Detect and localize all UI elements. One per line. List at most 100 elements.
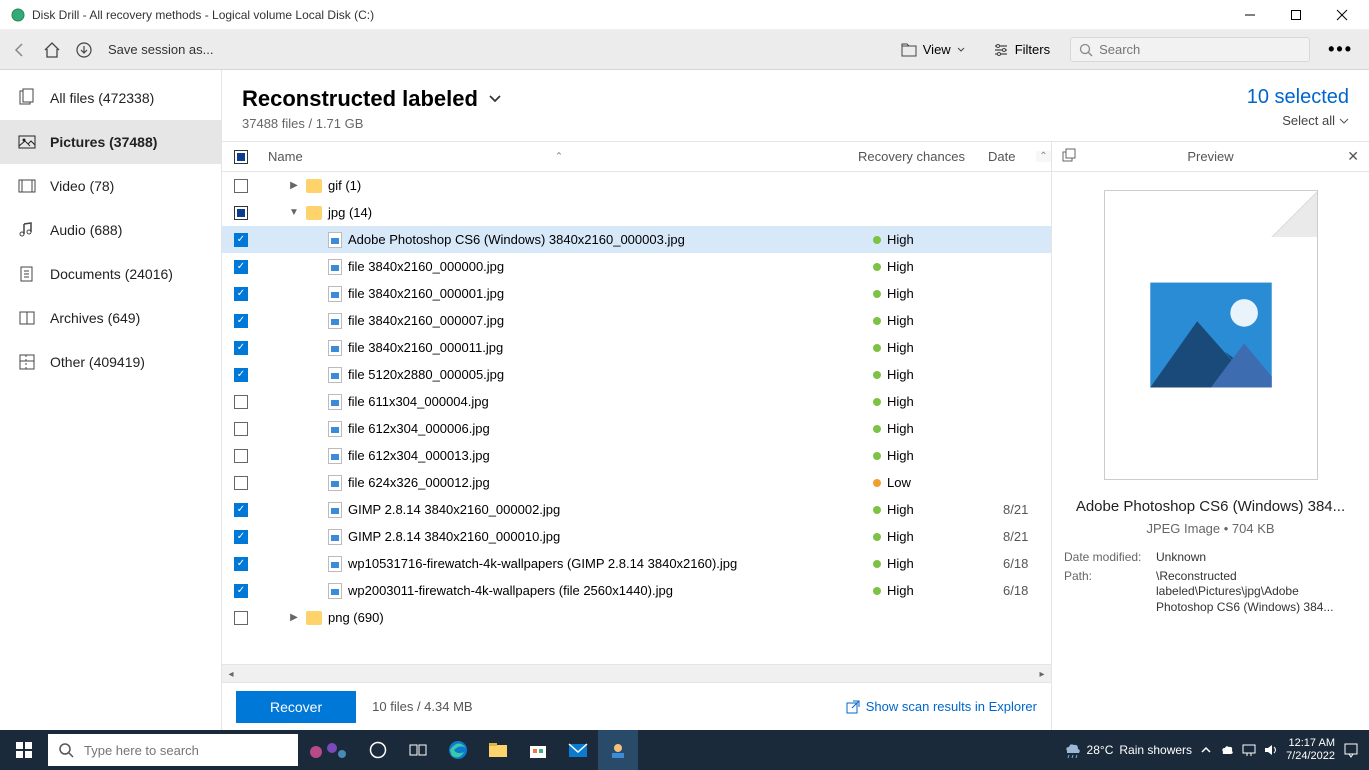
- home-button[interactable]: [42, 40, 62, 60]
- row-checkbox[interactable]: [234, 611, 248, 625]
- back-button[interactable]: [10, 40, 30, 60]
- taskbar-search-field[interactable]: [84, 743, 288, 758]
- folder-row[interactable]: ▶png (690): [222, 604, 1051, 631]
- column-name[interactable]: Name ⌃: [260, 149, 858, 164]
- expand-arrow-icon[interactable]: ▼: [288, 207, 300, 218]
- taskbar-store-icon[interactable]: [518, 730, 558, 770]
- search-input[interactable]: [1070, 37, 1310, 62]
- start-button[interactable]: [0, 730, 48, 770]
- preview-close-button[interactable]: ✕: [1347, 148, 1359, 165]
- tray-chevron-icon[interactable]: [1200, 744, 1212, 756]
- column-recovery[interactable]: Recovery chances: [858, 149, 988, 164]
- file-row[interactable]: file 612x304_000013.jpgHigh: [222, 442, 1051, 469]
- file-row[interactable]: file 611x304_000004.jpgHigh: [222, 388, 1051, 415]
- column-date[interactable]: Date: [988, 149, 1036, 164]
- file-row[interactable]: file 624x326_000012.jpgLow: [222, 469, 1051, 496]
- minimize-button[interactable]: [1227, 0, 1273, 30]
- tray-volume-icon[interactable]: [1264, 743, 1278, 757]
- row-checkbox[interactable]: [234, 557, 248, 571]
- row-checkbox[interactable]: [234, 179, 248, 193]
- sidebar-item-pictures[interactable]: Pictures (37488): [0, 120, 221, 164]
- row-checkbox[interactable]: [234, 422, 248, 436]
- file-row[interactable]: file 3840x2160_000011.jpgHigh: [222, 334, 1051, 361]
- select-all-dropdown[interactable]: Select all: [1247, 113, 1349, 128]
- horizontal-scrollbar[interactable]: ◂ ▸: [222, 664, 1051, 682]
- close-button[interactable]: [1319, 0, 1365, 30]
- file-row[interactable]: GIMP 2.8.14 3840x2160_000010.jpgHigh8/21: [222, 523, 1051, 550]
- file-row[interactable]: Adobe Photoshop CS6 (Windows) 3840x2160_…: [222, 226, 1051, 253]
- folder-icon: [306, 179, 322, 193]
- file-row[interactable]: file 3840x2160_000000.jpgHigh: [222, 253, 1051, 280]
- sidebar-item-documents[interactable]: Documents (24016): [0, 252, 221, 296]
- expand-arrow-icon[interactable]: ▶: [288, 180, 300, 191]
- sidebar-item-audio[interactable]: Audio (688): [0, 208, 221, 252]
- folder-row[interactable]: ▶gif (1): [222, 172, 1051, 199]
- file-row[interactable]: file 5120x2880_000005.jpgHigh: [222, 361, 1051, 388]
- file-row[interactable]: file 3840x2160_000007.jpgHigh: [222, 307, 1051, 334]
- row-checkbox[interactable]: [234, 341, 248, 355]
- sidebar-item-video[interactable]: Video (78): [0, 164, 221, 208]
- scroll-left-icon[interactable]: ◂: [222, 665, 240, 683]
- taskbar-weather[interactable]: 28°C Rain showers: [1063, 741, 1193, 759]
- expand-arrow-icon[interactable]: ▶: [288, 612, 300, 623]
- sidebar-item-archives[interactable]: Archives (649): [0, 296, 221, 340]
- search-field[interactable]: [1099, 42, 1301, 57]
- weather-desc: Rain showers: [1119, 743, 1192, 757]
- download-icon[interactable]: [74, 40, 94, 60]
- recovery-chance: High: [887, 502, 914, 517]
- taskbar-taskview-icon[interactable]: [398, 730, 438, 770]
- show-in-explorer-link[interactable]: Show scan results in Explorer: [846, 699, 1037, 714]
- taskbar-search[interactable]: [48, 734, 298, 766]
- taskbar-clock[interactable]: 12:17 AM 7/24/2022: [1286, 737, 1335, 763]
- folder-row[interactable]: ▼jpg (14): [222, 199, 1051, 226]
- maximize-button[interactable]: [1273, 0, 1319, 30]
- taskbar-edge-icon[interactable]: [438, 730, 478, 770]
- sidebar-item-label: Documents (24016): [50, 266, 173, 282]
- sidebar-item-allfiles[interactable]: All files (472338): [0, 76, 221, 120]
- system-tray[interactable]: [1200, 743, 1278, 757]
- more-menu-button[interactable]: •••: [1322, 39, 1359, 60]
- file-row[interactable]: file 612x304_000006.jpgHigh: [222, 415, 1051, 442]
- file-row[interactable]: file 3840x2160_000001.jpgHigh: [222, 280, 1051, 307]
- taskbar-explorer-icon[interactable]: [478, 730, 518, 770]
- save-session-button[interactable]: Save session as...: [108, 42, 214, 57]
- header-checkbox[interactable]: [234, 150, 248, 164]
- tray-onedrive-icon[interactable]: [1220, 743, 1234, 757]
- file-row[interactable]: wp2003011-firewatch-4k-wallpapers (file …: [222, 577, 1051, 604]
- external-icon: [846, 700, 860, 714]
- recover-stats: 10 files / 4.34 MB: [372, 699, 472, 714]
- tray-network-icon[interactable]: [1242, 743, 1256, 757]
- row-checkbox[interactable]: [234, 530, 248, 544]
- popout-icon[interactable]: [1062, 149, 1078, 165]
- row-checkbox[interactable]: [234, 206, 248, 220]
- row-checkbox[interactable]: [234, 260, 248, 274]
- recover-button[interactable]: Recover: [236, 691, 356, 723]
- row-checkbox[interactable]: [234, 314, 248, 328]
- preview-path-label: Path:: [1064, 569, 1148, 616]
- sidebar-item-other[interactable]: Other (409419): [0, 340, 221, 384]
- preview-thumbnail: [1104, 190, 1318, 480]
- recovery-dot-icon: [873, 317, 881, 325]
- row-checkbox[interactable]: [234, 476, 248, 490]
- row-checkbox[interactable]: [234, 233, 248, 247]
- notification-icon[interactable]: [1343, 742, 1359, 758]
- taskbar-cortana-icon[interactable]: [358, 730, 398, 770]
- file-count-label: 37488 files / 1.71 GB: [242, 116, 502, 131]
- row-checkbox[interactable]: [234, 395, 248, 409]
- breadcrumb-dropdown[interactable]: Reconstructed labeled: [242, 86, 502, 112]
- taskbar-mail-icon[interactable]: [558, 730, 598, 770]
- file-row[interactable]: wp10531716-firewatch-4k-wallpapers (GIMP…: [222, 550, 1051, 577]
- filters-button[interactable]: Filters: [985, 42, 1058, 58]
- row-checkbox[interactable]: [234, 503, 248, 517]
- view-dropdown[interactable]: View: [893, 42, 973, 58]
- file-row[interactable]: GIMP 2.8.14 3840x2160_000002.jpgHigh8/21: [222, 496, 1051, 523]
- scroll-up-button[interactable]: ⌃: [1036, 151, 1051, 162]
- taskbar-widget[interactable]: [298, 730, 358, 770]
- row-checkbox[interactable]: [234, 287, 248, 301]
- taskbar-app-icon[interactable]: [598, 730, 638, 770]
- row-checkbox[interactable]: [234, 584, 248, 598]
- recovery-chance: High: [887, 313, 914, 328]
- scroll-right-icon[interactable]: ▸: [1033, 665, 1051, 683]
- row-checkbox[interactable]: [234, 368, 248, 382]
- row-checkbox[interactable]: [234, 449, 248, 463]
